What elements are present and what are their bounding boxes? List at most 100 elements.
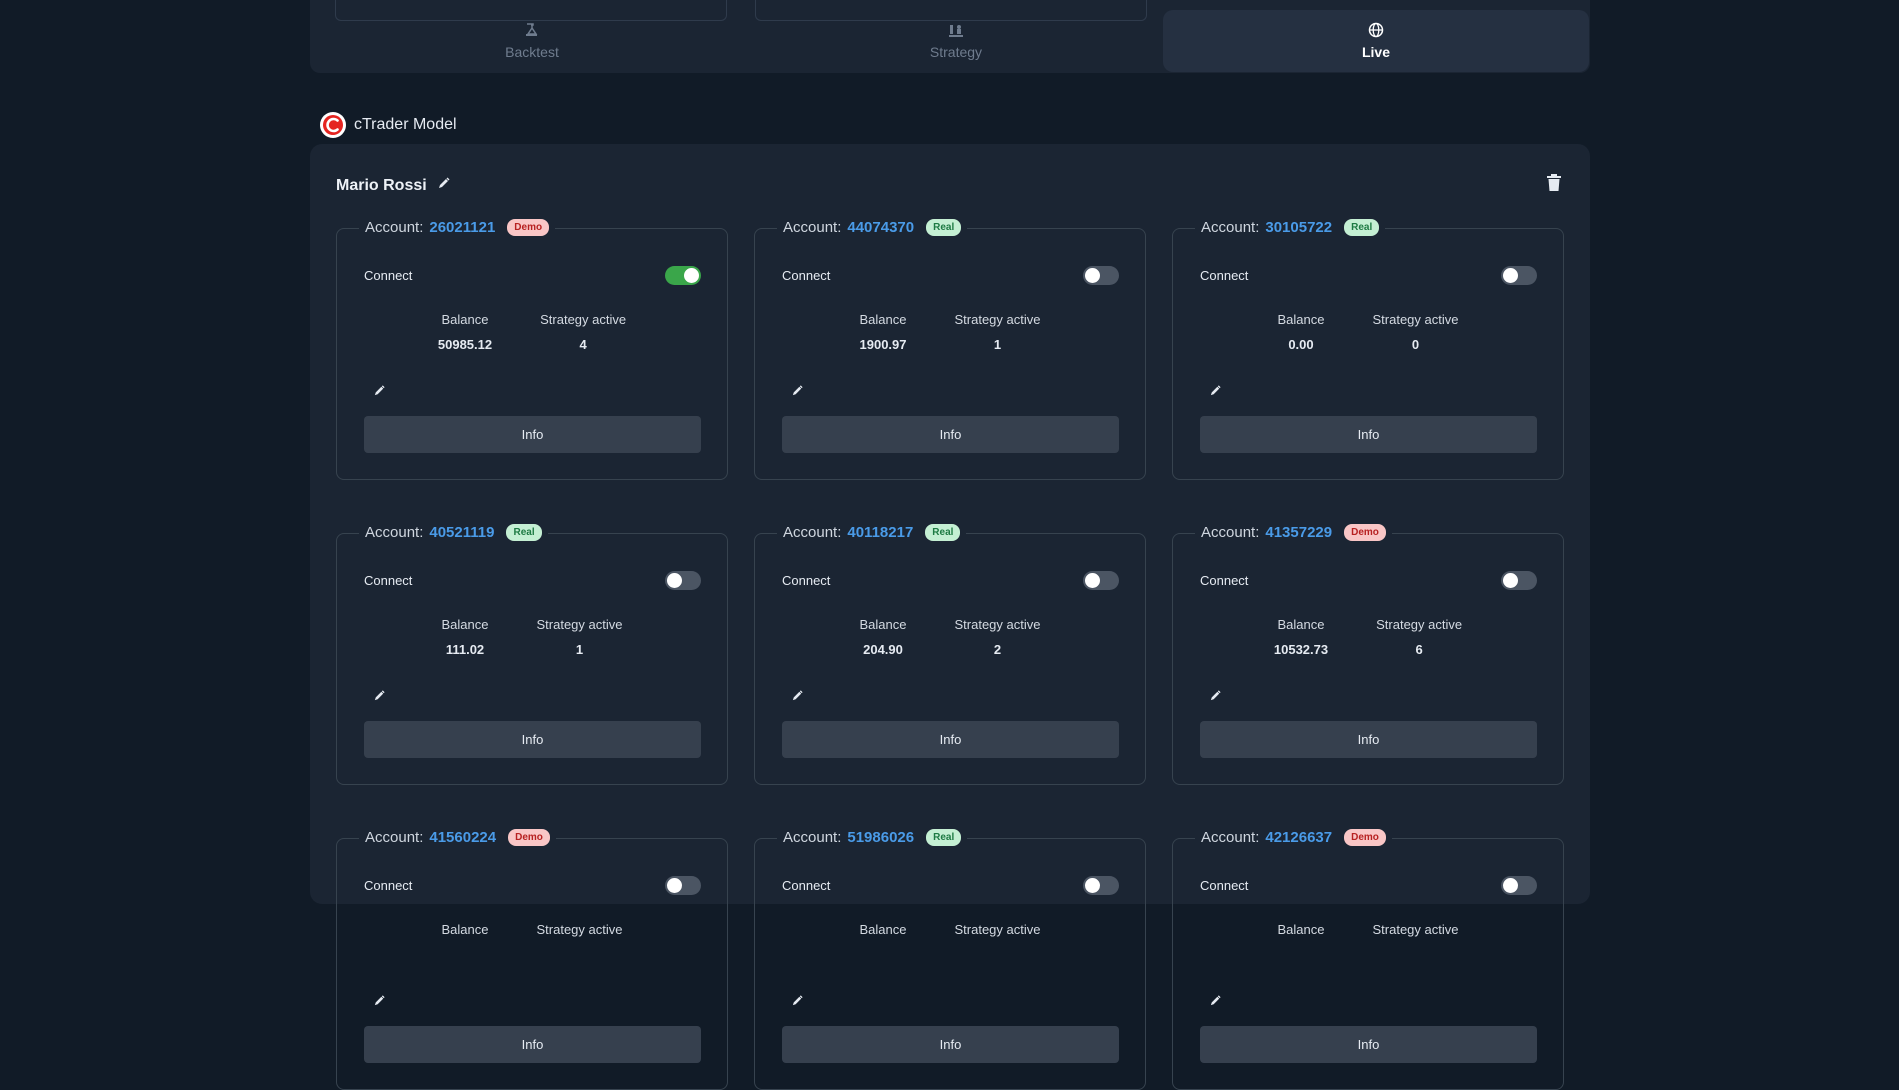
edit-account-icon[interactable] (1209, 384, 1222, 402)
owner-header: Mario Rossi (336, 176, 451, 195)
delete-owner-button[interactable] (1546, 174, 1562, 197)
edit-owner-icon[interactable] (437, 176, 451, 195)
info-button[interactable]: Info (364, 721, 701, 758)
account-label: Account: (1201, 524, 1260, 541)
edit-account-icon[interactable] (373, 689, 386, 707)
account-label: Account: (783, 524, 842, 541)
account-number[interactable]: 42126637 (1265, 829, 1332, 846)
balance-stat: Balance 204.90 (860, 617, 907, 657)
tab-strategy[interactable]: Strategy (746, 10, 1166, 72)
account-card: Account: 26021121 Demo Connect Balance 50985.… (336, 219, 728, 480)
account-number[interactable]: 30105722 (1265, 219, 1332, 236)
connect-toggle[interactable] (1501, 571, 1537, 590)
connect-toggle[interactable] (665, 571, 701, 590)
account-header: Account: 44074370 Real (777, 219, 968, 236)
account-label: Account: (365, 219, 424, 236)
strategy-active-stat: Strategy active 4 (540, 312, 626, 352)
connect-label: Connect (1200, 878, 1249, 893)
info-button[interactable]: Info (364, 416, 701, 453)
connect-toggle[interactable] (1501, 876, 1537, 895)
connect-label: Connect (364, 878, 413, 893)
connect-toggle[interactable] (1083, 876, 1119, 895)
balance-value: 111.02 (445, 642, 485, 657)
balance-label: Balance (441, 312, 489, 327)
balance-label: Balance (859, 922, 907, 937)
strategy-active-label: Strategy active (954, 922, 1041, 937)
account-number[interactable]: 26021121 (429, 219, 495, 236)
balance-value: 10532.73 (1273, 642, 1329, 657)
info-button[interactable]: Info (1200, 416, 1537, 453)
mode-tab-bar: Backtest Strategy Live (310, 0, 1590, 73)
strategy-active-label: Strategy active (536, 922, 623, 937)
connect-label: Connect (782, 878, 831, 893)
flask-icon (524, 22, 540, 38)
balance-value: 0.00 (1288, 337, 1314, 352)
strategy-active-stat: Strategy active (536, 922, 622, 947)
account-card: Account: 40118217 Real Connect Balance 204.90… (754, 524, 1146, 785)
info-button[interactable]: Info (782, 1026, 1119, 1063)
strategy-active-value: 1 (993, 337, 1002, 352)
connect-label: Connect (1200, 268, 1249, 283)
account-header: Account: 26021121 Demo (359, 219, 556, 236)
edit-account-icon[interactable] (791, 689, 804, 707)
info-button[interactable]: Info (782, 721, 1119, 758)
tab-live[interactable]: Live (1163, 10, 1589, 72)
account-number[interactable]: 44074370 (847, 219, 914, 236)
account-type-badge: Real (926, 219, 962, 236)
edit-account-icon[interactable] (373, 384, 386, 402)
balance-label: Balance (1277, 617, 1325, 632)
connect-toggle[interactable] (1083, 266, 1119, 285)
account-card: Account: 44074370 Real Connect Balance 1900.9… (754, 219, 1146, 480)
owner-name: Mario Rossi (336, 176, 427, 194)
balance-label: Balance (859, 617, 907, 632)
account-number[interactable]: 41560224 (429, 829, 496, 846)
connect-toggle[interactable] (1083, 571, 1119, 590)
account-header: Account: 40118217 Real (777, 524, 967, 541)
connect-toggle[interactable] (665, 266, 701, 285)
account-stats: Balance 111.02 Strategy active 1 (337, 617, 727, 657)
account-number[interactable]: 41357229 (1265, 524, 1332, 541)
edit-account-icon[interactable] (791, 994, 804, 1012)
info-button[interactable]: Info (1200, 721, 1537, 758)
balance-value: 50985.12 (437, 337, 493, 352)
tab-backtest[interactable]: Backtest (322, 10, 742, 72)
connect-toggle[interactable] (1501, 266, 1537, 285)
edit-account-icon[interactable] (1209, 689, 1222, 707)
connect-label: Connect (364, 268, 413, 283)
account-type-badge: Real (506, 524, 542, 541)
balance-label: Balance (1277, 312, 1325, 327)
account-card: Account: 51986026 Real Connect Balance Strate… (754, 829, 1146, 1090)
connect-toggle[interactable] (665, 876, 701, 895)
strategy-active-label: Strategy active (1372, 922, 1459, 937)
account-number[interactable]: 40118217 (847, 524, 913, 541)
account-label: Account: (365, 829, 424, 846)
strategy-active-label: Strategy active (954, 312, 1041, 327)
account-header: Account: 41560224 Demo (359, 829, 556, 846)
connect-label: Connect (1200, 573, 1249, 588)
strategy-active-value: 6 (1415, 642, 1423, 657)
trash-icon (1546, 174, 1562, 196)
toggle-knob (1503, 268, 1518, 283)
info-button[interactable]: Info (364, 1026, 701, 1063)
account-header: Account: 41357229 Demo (1195, 524, 1392, 541)
account-card: Account: 41357229 Demo Connect Balance 10532.… (1172, 524, 1564, 785)
info-button[interactable]: Info (1200, 1026, 1537, 1063)
edit-account-icon[interactable] (791, 384, 804, 402)
account-type-badge: Demo (507, 219, 550, 236)
strategy-active-value: 4 (579, 337, 587, 352)
account-type-badge: Real (926, 829, 962, 846)
account-card: Account: 41560224 Demo Connect Balance Strate… (336, 829, 728, 1090)
info-button[interactable]: Info (782, 416, 1119, 453)
connect-label: Connect (782, 268, 831, 283)
account-number[interactable]: 51986026 (847, 829, 914, 846)
account-label: Account: (783, 219, 842, 236)
tab-label: Live (1361, 44, 1390, 60)
strategy-active-stat: Strategy active 0 (1372, 312, 1458, 352)
strategy-active-value: 2 (993, 642, 1002, 657)
edit-account-icon[interactable] (373, 994, 386, 1012)
edit-account-icon[interactable] (1209, 994, 1222, 1012)
account-stats: Balance 204.90 Strategy active 2 (755, 617, 1145, 657)
account-stats: Balance Strategy active (337, 922, 727, 947)
strategy-active-label: Strategy active (536, 617, 623, 632)
account-number[interactable]: 40521119 (429, 524, 494, 541)
